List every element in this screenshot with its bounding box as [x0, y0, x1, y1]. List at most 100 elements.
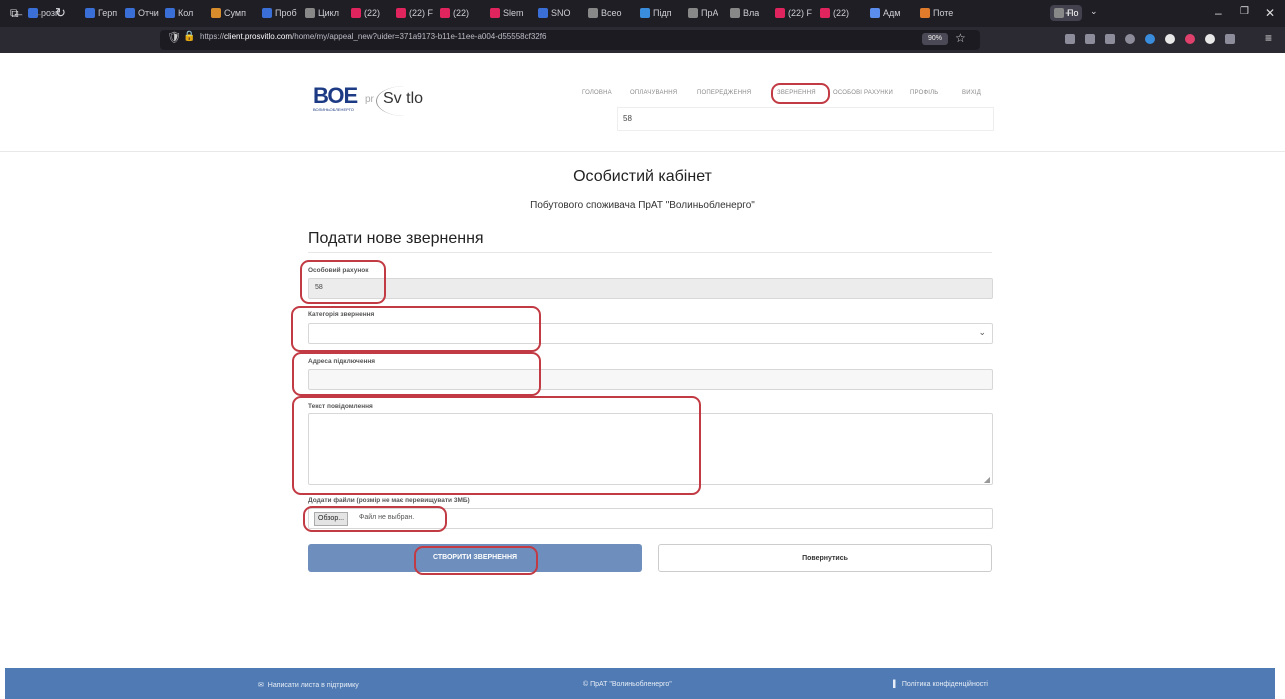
- browser-tab[interactable]: Герп: [85, 5, 117, 21]
- lock-icon[interactable]: 🔒: [183, 31, 195, 42]
- tab-favicon-icon: [538, 8, 548, 18]
- browser-tab[interactable]: SNO: [538, 5, 571, 21]
- footer-copyright: © ПрАТ "Волиньобленерго": [583, 681, 672, 688]
- brand-svitlo: Sv tlo: [383, 90, 424, 107]
- reload-icon[interactable]: ↻: [55, 5, 66, 21]
- file-highlight: [303, 506, 447, 532]
- browser-tab[interactable]: (22) F: [396, 5, 433, 21]
- browser-tab[interactable]: (22): [820, 5, 849, 21]
- resize-handle-icon[interactable]: ◢: [984, 475, 990, 484]
- tab-label: (22): [453, 8, 470, 18]
- tab-favicon-icon: [351, 8, 361, 18]
- menu-payments[interactable]: Оплачування: [630, 90, 677, 96]
- new-tab-button[interactable]: +: [1065, 6, 1072, 20]
- browser-tab[interactable]: (22): [351, 5, 380, 21]
- menu-logout[interactable]: Вихід: [962, 90, 981, 96]
- menu-accounts[interactable]: Особові рахунки: [833, 90, 893, 96]
- page-title: Особистий кабінет: [573, 168, 712, 185]
- tab-label: ПрА: [701, 8, 719, 18]
- account-icon[interactable]: [1125, 34, 1135, 44]
- menu-profile[interactable]: Профіль: [910, 90, 938, 96]
- file-label: Додати файли (розмір не має перевищувати…: [308, 497, 470, 504]
- menu-home[interactable]: Головна: [582, 90, 612, 96]
- tab-label: (22): [833, 8, 850, 18]
- pocket-icon[interactable]: [1065, 34, 1075, 44]
- brand-pr: pr: [365, 94, 374, 105]
- tab-label: Кол: [178, 8, 194, 18]
- library-icon[interactable]: [1105, 34, 1115, 44]
- browser-tab[interactable]: Цикл: [305, 5, 339, 21]
- tab-favicon-icon: [775, 8, 785, 18]
- form-title: Подати нове звернення: [308, 230, 484, 247]
- extension-circle-icon[interactable]: [1165, 34, 1175, 44]
- tab-label: Отчи: [138, 8, 159, 18]
- back-button[interactable]: Повернутись: [658, 544, 992, 572]
- form-divider: [308, 252, 992, 253]
- browser-tab[interactable]: (22) F: [775, 5, 812, 21]
- tab-favicon-icon: [640, 8, 650, 18]
- browser-tab[interactable]: Всео: [588, 5, 622, 21]
- tab-favicon-icon: [211, 8, 221, 18]
- tab-favicon-icon: [396, 8, 406, 18]
- close-window-button[interactable]: ✕: [1265, 6, 1275, 20]
- tab-favicon-icon: [490, 8, 500, 18]
- account-highlight: [300, 260, 386, 304]
- browser-tab[interactable]: Slem: [490, 5, 524, 21]
- privacy-link[interactable]: ▌ Політика конфіденційності: [893, 681, 988, 688]
- tab-favicon-icon: [125, 8, 135, 18]
- page-subtitle: Побутового споживача ПрАТ "Волиньобленер…: [530, 200, 755, 211]
- browser-tab[interactable]: Підп: [640, 5, 672, 21]
- url-text[interactable]: https://client.prosvitlo.com/home/my/app…: [200, 32, 546, 41]
- shield-icon[interactable]: 🛡: [167, 31, 181, 44]
- browser-tab[interactable]: Вла: [730, 5, 759, 21]
- tab-label: Підп: [653, 8, 672, 18]
- downloads-icon[interactable]: [1085, 34, 1095, 44]
- chevron-down-icon: ⌄: [978, 327, 986, 337]
- extension-c-icon[interactable]: [1145, 34, 1155, 44]
- zoom-level[interactable]: 90%: [922, 33, 948, 45]
- tab-favicon-icon: [165, 8, 175, 18]
- browser-tab[interactable]: Адм: [870, 5, 900, 21]
- tab-label: Slem: [503, 8, 524, 18]
- tab-favicon-icon: [820, 8, 830, 18]
- browser-tab[interactable]: Отчи: [125, 5, 159, 21]
- account-selector-value: 58: [623, 114, 632, 123]
- tab-favicon-icon: [730, 8, 740, 18]
- tab-label: Герп: [98, 8, 118, 18]
- tab-label: Поте: [933, 8, 954, 18]
- maximize-button[interactable]: ❐: [1240, 6, 1249, 17]
- tab-list-icon[interactable]: ⌄: [1090, 6, 1098, 17]
- browser-tab[interactable]: Поте: [920, 5, 953, 21]
- tab-label: Всео: [601, 8, 622, 18]
- url-host: client.prosvitlo.com: [224, 32, 293, 41]
- browser-tab[interactable]: Сумп: [211, 5, 246, 21]
- support-link-label: Написати листа в підтримку: [267, 682, 359, 689]
- tab-label: SNO: [551, 8, 571, 18]
- menu-warnings[interactable]: Попередження: [697, 90, 751, 96]
- tab-favicon-icon: [588, 8, 598, 18]
- minimize-button[interactable]: –: [1215, 6, 1222, 20]
- browser-tab[interactable]: (22): [440, 5, 469, 21]
- tab-favicon-icon: [85, 8, 95, 18]
- browser-tab[interactable]: Проб: [262, 5, 297, 21]
- create-appeal-highlight: [414, 546, 538, 575]
- tab-label: Вла: [743, 8, 760, 18]
- extensions-puzzle-icon[interactable]: [1225, 34, 1235, 44]
- browser-tab[interactable]: ПрА: [688, 5, 718, 21]
- menu-hamburger-icon[interactable]: ≡: [1265, 31, 1272, 45]
- support-link[interactable]: ✉ Написати листа в підтримку: [258, 681, 359, 689]
- browser-tab[interactable]: Кол: [165, 5, 193, 21]
- url-prefix: https://: [200, 32, 225, 41]
- extension-white-icon[interactable]: [1205, 34, 1215, 44]
- extension-red-icon[interactable]: [1185, 34, 1195, 44]
- bookmark-star-icon[interactable]: ☆: [955, 31, 966, 45]
- site-logo[interactable]: ВОЕ ВОЛИНЬОБЛЕНЕРГО: [313, 85, 358, 113]
- back-arrow-icon[interactable]: ←: [12, 5, 25, 20]
- tab-label: (22) F: [409, 8, 434, 18]
- account-selector[interactable]: 58: [617, 107, 994, 131]
- address-highlight: [292, 352, 541, 396]
- menu-appeals-highlight: [771, 83, 830, 104]
- tab-favicon-icon: [262, 8, 272, 18]
- forward-arrow-icon[interactable]: →: [33, 5, 46, 20]
- tab-favicon-icon: [920, 8, 930, 18]
